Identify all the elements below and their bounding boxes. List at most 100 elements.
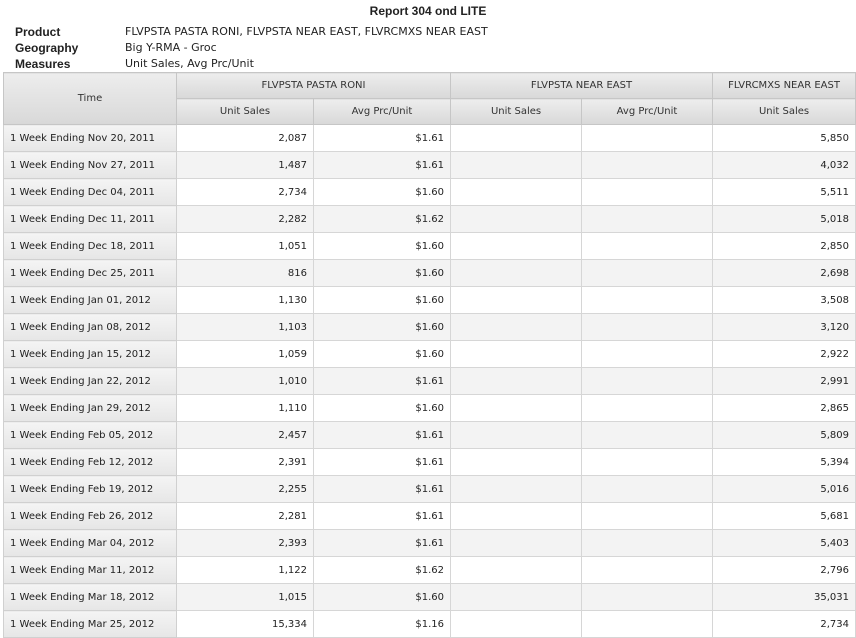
avg-price-cell: $1.61 [312, 502, 452, 530]
time-column-header[interactable]: Time [3, 72, 177, 125]
time-cell: 1 Week Ending Jan 01, 2012 [3, 286, 177, 314]
unit-sales-cell [450, 610, 583, 638]
avg-price-cell [581, 394, 714, 422]
unit-sales-cell: 5,511 [712, 178, 856, 206]
table-row: 1 Week Ending Nov 27, 2011 1,487 $1.61 4,03… [3, 151, 856, 179]
avg-price-cell: $1.62 [312, 205, 452, 233]
table-body: 1 Week Ending Nov 20, 2011 2,087 $1.61 5,85… [3, 124, 856, 638]
time-cell: 1 Week Ending Dec 04, 2011 [3, 178, 177, 206]
subheader-unit-sales[interactable]: Unit Sales [450, 98, 583, 125]
group-header-pasta-roni[interactable]: FLVPSTA PASTA RONI [175, 72, 452, 99]
meta-row-geography: Geography Big Y-RMA - Groc [15, 40, 488, 56]
avg-price-cell [581, 583, 714, 611]
avg-price-cell: $1.61 [312, 367, 452, 395]
meta-row-measures: Measures Unit Sales, Avg Prc/Unit [15, 56, 488, 72]
time-cell: 1 Week Ending Jan 29, 2012 [3, 394, 177, 422]
unit-sales-cell: 5,018 [712, 205, 856, 233]
table-row: 1 Week Ending Dec 11, 2011 2,282 $1.62 5,01… [3, 205, 856, 233]
unit-sales-cell: 2,087 [176, 124, 314, 152]
unit-sales-cell: 5,809 [712, 421, 856, 449]
avg-price-cell [581, 556, 714, 584]
unit-sales-cell [450, 313, 583, 341]
time-cell: 1 Week Ending Feb 05, 2012 [3, 421, 177, 449]
unit-sales-cell [450, 529, 583, 557]
unit-sales-cell: 816 [176, 259, 314, 287]
unit-sales-cell: 1,103 [176, 313, 314, 341]
table-row: 1 Week Ending Feb 19, 2012 2,255 $1.61 5,01… [3, 475, 856, 503]
unit-sales-cell: 15,334 [176, 610, 314, 638]
table-row: 1 Week Ending Nov 20, 2011 2,087 $1.61 5,85… [3, 124, 856, 152]
unit-sales-cell: 5,850 [712, 124, 856, 152]
table-row: 1 Week Ending Feb 05, 2012 2,457 $1.61 5,80… [3, 421, 856, 449]
report-meta: Product FLVPSTA PASTA RONI, FLVPSTA NEAR… [15, 24, 488, 72]
unit-sales-cell [450, 124, 583, 152]
unit-sales-cell: 2,865 [712, 394, 856, 422]
time-cell: 1 Week Ending Mar 25, 2012 [3, 610, 177, 638]
avg-price-cell: $1.16 [312, 610, 452, 638]
unit-sales-cell: 1,010 [176, 367, 314, 395]
table-row: 1 Week Ending Dec 04, 2011 2,734 $1.60 5,51… [3, 178, 856, 206]
avg-price-cell: $1.61 [312, 124, 452, 152]
unit-sales-cell: 2,282 [176, 205, 314, 233]
avg-price-cell [581, 205, 714, 233]
subheader-unit-sales[interactable]: Unit Sales [712, 98, 856, 125]
unit-sales-cell: 2,393 [176, 529, 314, 557]
table-row: 1 Week Ending Feb 12, 2012 2,391 $1.61 5,39… [3, 448, 856, 476]
subheader-avg-prc[interactable]: Avg Prc/Unit [581, 98, 714, 125]
avg-price-cell: $1.60 [312, 394, 452, 422]
unit-sales-cell [450, 448, 583, 476]
avg-price-cell [581, 232, 714, 260]
unit-sales-cell [450, 259, 583, 287]
unit-sales-cell: 3,508 [712, 286, 856, 314]
unit-sales-cell: 2,391 [176, 448, 314, 476]
time-cell: 1 Week Ending Feb 12, 2012 [3, 448, 177, 476]
unit-sales-cell [450, 502, 583, 530]
avg-price-cell: $1.60 [312, 313, 452, 341]
time-cell: 1 Week Ending Feb 19, 2012 [3, 475, 177, 503]
unit-sales-cell: 2,457 [176, 421, 314, 449]
unit-sales-cell [450, 205, 583, 233]
unit-sales-cell [450, 340, 583, 368]
table-row: 1 Week Ending Jan 29, 2012 1,110 $1.60 2,86… [3, 394, 856, 422]
avg-price-cell: $1.61 [312, 529, 452, 557]
time-cell: 1 Week Ending Mar 04, 2012 [3, 529, 177, 557]
unit-sales-cell: 5,394 [712, 448, 856, 476]
unit-sales-cell [450, 583, 583, 611]
unit-sales-cell [450, 232, 583, 260]
unit-sales-cell: 2,255 [176, 475, 314, 503]
unit-sales-cell: 1,487 [176, 151, 314, 179]
unit-sales-cell: 5,403 [712, 529, 856, 557]
avg-price-cell [581, 178, 714, 206]
avg-price-cell [581, 529, 714, 557]
table-row: 1 Week Ending Jan 22, 2012 1,010 $1.61 2,99… [3, 367, 856, 395]
avg-price-cell [581, 259, 714, 287]
avg-price-cell [581, 502, 714, 530]
unit-sales-cell: 2,734 [712, 610, 856, 638]
avg-price-cell: $1.61 [312, 421, 452, 449]
unit-sales-cell: 2,850 [712, 232, 856, 260]
table-row: 1 Week Ending Jan 08, 2012 1,103 $1.60 3,12… [3, 313, 856, 341]
table-row: 1 Week Ending Jan 15, 2012 1,059 $1.60 2,92… [3, 340, 856, 368]
time-cell: 1 Week Ending Jan 22, 2012 [3, 367, 177, 395]
time-cell: 1 Week Ending Dec 18, 2011 [3, 232, 177, 260]
meta-value: Unit Sales, Avg Prc/Unit [125, 57, 254, 70]
unit-sales-cell: 5,016 [712, 475, 856, 503]
avg-price-cell: $1.60 [312, 259, 452, 287]
subheader-avg-prc[interactable]: Avg Prc/Unit [312, 98, 452, 125]
unit-sales-cell: 1,059 [176, 340, 314, 368]
table-row: 1 Week Ending Feb 26, 2012 2,281 $1.61 5,68… [3, 502, 856, 530]
unit-sales-cell: 1,110 [176, 394, 314, 422]
unit-sales-cell: 1,130 [176, 286, 314, 314]
table-row: 1 Week Ending Jan 01, 2012 1,130 $1.60 3,50… [3, 286, 856, 314]
table-row: 1 Week Ending Mar 11, 2012 1,122 $1.62 2,79… [3, 556, 856, 584]
avg-price-cell [581, 367, 714, 395]
group-header-near-east[interactable]: FLVPSTA NEAR EAST [450, 72, 714, 99]
meta-label: Geography [15, 41, 79, 55]
table-row: 1 Week Ending Mar 25, 2012 15,334 $1.16 2,7… [3, 610, 856, 638]
subheader-unit-sales[interactable]: Unit Sales [176, 98, 314, 125]
unit-sales-cell: 2,281 [176, 502, 314, 530]
unit-sales-cell [450, 475, 583, 503]
unit-sales-cell [450, 178, 583, 206]
report-title: Report 304 ond LITE [369, 4, 487, 18]
group-header-rcmxs-near-east[interactable]: FLVRCMXS NEAR EAST [712, 72, 856, 99]
